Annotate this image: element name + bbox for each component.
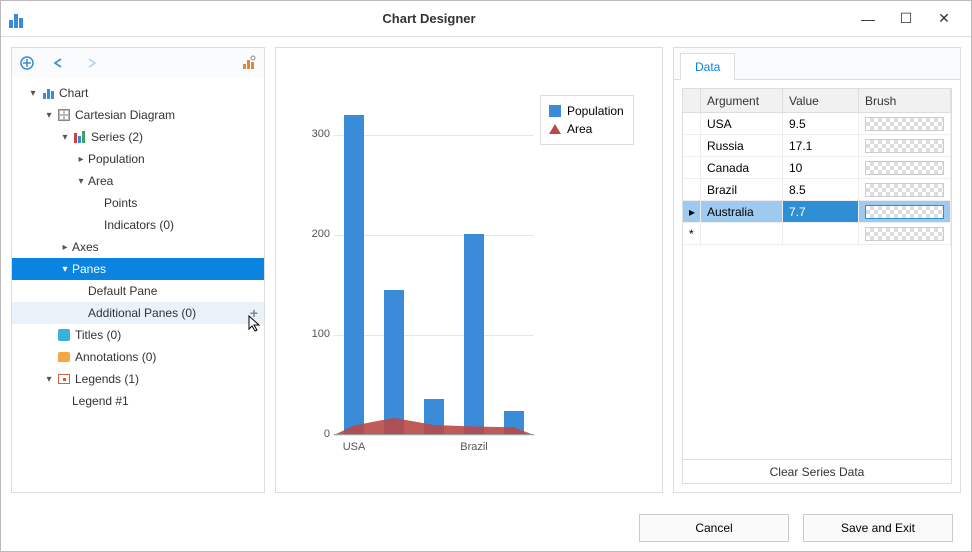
tree-panel: ▾Chart ▾Cartesian Diagram ▾Series (2) ▸P… — [11, 47, 265, 493]
tab-label: Data — [695, 60, 720, 74]
tree-node-area[interactable]: ▾Area — [12, 170, 264, 192]
grid-body: USA9.5Russia17.1Canada10Brazil8.5▸Austra… — [683, 113, 951, 459]
tree-label: Additional Panes (0) — [88, 306, 196, 320]
cell-argument[interactable]: Russia — [701, 135, 783, 156]
grid-row[interactable]: Russia17.1 — [683, 135, 951, 157]
redo-icon[interactable] — [82, 54, 100, 72]
button-label: Save and Exit — [841, 521, 915, 535]
row-indicator — [683, 113, 701, 134]
structure-tree[interactable]: ▾Chart ▾Cartesian Diagram ▾Series (2) ▸P… — [12, 78, 264, 492]
tree-node-additional-panes[interactable]: Additional Panes (0) + — [12, 302, 264, 324]
cell-value[interactable]: 9.5 — [783, 113, 859, 134]
add-pane-icon[interactable]: + — [250, 305, 258, 321]
cell-brush[interactable] — [859, 179, 951, 200]
tree-node-titles[interactable]: Titles (0) — [12, 324, 264, 346]
tree-node-population[interactable]: ▸Population — [12, 148, 264, 170]
cell-value[interactable]: 10 — [783, 157, 859, 178]
tree-toolbar — [12, 48, 264, 78]
cell-brush[interactable] — [859, 201, 951, 222]
cell-brush[interactable] — [859, 157, 951, 178]
tree-label: Panes — [72, 262, 106, 276]
row-indicator — [683, 157, 701, 178]
maximize-button[interactable]: ☐ — [887, 7, 925, 31]
tree-node-indicators[interactable]: Indicators (0) — [12, 214, 264, 236]
tree-label: Axes — [72, 240, 99, 254]
cell-value[interactable]: 17.1 — [783, 135, 859, 156]
grid-row[interactable]: USA9.5 — [683, 113, 951, 135]
grid-header: Argument Value Brush — [683, 89, 951, 113]
legend-item-area: Area — [549, 120, 625, 138]
tree-label: Population — [88, 152, 145, 166]
chart-preview: Population Area 0100200300 USABrazil — [304, 83, 634, 458]
titlebar: Chart Designer — ☐ ✕ — [1, 1, 971, 37]
footer: Cancel Save and Exit — [1, 503, 971, 551]
legend-label: Area — [567, 122, 592, 136]
clear-label: Clear Series Data — [770, 465, 865, 479]
tree-node-panes[interactable]: ▾Panes — [12, 258, 264, 280]
cancel-button[interactable]: Cancel — [639, 514, 789, 542]
tree-label: Points — [104, 196, 137, 210]
new-row-icon: * — [683, 223, 701, 244]
cell-argument[interactable]: Canada — [701, 157, 783, 178]
tab-strip: Data — [674, 48, 960, 80]
clear-series-button[interactable]: Clear Series Data — [683, 459, 951, 483]
grid-row[interactable]: Brazil8.5 — [683, 179, 951, 201]
window-title: Chart Designer — [9, 11, 849, 26]
tree-node-points[interactable]: Points — [12, 192, 264, 214]
tree-label: Chart — [59, 86, 88, 100]
plot-area: 0100200300 USABrazil — [334, 95, 534, 435]
content-area: ▾Chart ▾Cartesian Diagram ▾Series (2) ▸P… — [1, 37, 971, 503]
tree-node-axes[interactable]: ▸Axes — [12, 236, 264, 258]
tree-node-legend1[interactable]: Legend #1 — [12, 390, 264, 412]
add-icon[interactable] — [18, 54, 36, 72]
chart-options-icon[interactable] — [240, 54, 258, 72]
row-indicator — [683, 179, 701, 200]
data-grid[interactable]: Argument Value Brush USA9.5Russia17.1Can… — [682, 88, 952, 484]
tree-node-chart[interactable]: ▾Chart — [12, 82, 264, 104]
close-button[interactable]: ✕ — [925, 7, 963, 31]
save-and-exit-button[interactable]: Save and Exit — [803, 514, 953, 542]
chart-designer-window: Chart Designer — ☐ ✕ ▾Chart ▾Cartesian D… — [0, 0, 972, 552]
undo-icon[interactable] — [50, 54, 68, 72]
cell-argument[interactable]: Australia — [701, 201, 783, 222]
cell-value[interactable]: 7.7 — [783, 201, 859, 222]
tree-node-cartesian[interactable]: ▾Cartesian Diagram — [12, 104, 264, 126]
tree-label: Legend #1 — [72, 394, 129, 408]
tree-label: Default Pane — [88, 284, 157, 298]
cell-argument[interactable]: USA — [701, 113, 783, 134]
tree-label: Legends (1) — [75, 372, 139, 386]
button-label: Cancel — [695, 521, 732, 535]
tree-node-series[interactable]: ▾Series (2) — [12, 126, 264, 148]
tab-data[interactable]: Data — [680, 53, 735, 80]
cell-brush[interactable] — [859, 135, 951, 156]
tree-label: Area — [88, 174, 113, 188]
legend-label: Population — [567, 104, 624, 118]
row-indicator — [683, 135, 701, 156]
cell-value[interactable]: 8.5 — [783, 179, 859, 200]
tree-label: Annotations (0) — [75, 350, 156, 364]
cell-argument[interactable]: Brazil — [701, 179, 783, 200]
col-brush[interactable]: Brush — [859, 89, 951, 112]
tree-node-legends[interactable]: ▾Legends (1) — [12, 368, 264, 390]
grid-row[interactable]: Canada10 — [683, 157, 951, 179]
col-value[interactable]: Value — [783, 89, 859, 112]
minimize-button[interactable]: — — [849, 7, 887, 31]
grid-row[interactable]: ▸Australia7.7 — [683, 201, 951, 223]
data-panel: Data Argument Value Brush USA9.5Russia17… — [673, 47, 961, 493]
row-indicator: ▸ — [683, 201, 701, 222]
tree-label: Series (2) — [91, 130, 143, 144]
legend-item-population: Population — [549, 102, 625, 120]
tree-node-default-pane[interactable]: Default Pane — [12, 280, 264, 302]
preview-panel: Population Area 0100200300 USABrazil — [275, 47, 663, 493]
grid-new-row[interactable]: * — [683, 223, 951, 245]
tree-label: Titles (0) — [75, 328, 121, 342]
chart-legend: Population Area — [540, 95, 634, 145]
tree-label: Cartesian Diagram — [75, 108, 175, 122]
col-argument[interactable]: Argument — [701, 89, 783, 112]
cell-brush[interactable] — [859, 113, 951, 134]
tree-node-annotations[interactable]: Annotations (0) — [12, 346, 264, 368]
tree-label: Indicators (0) — [104, 218, 174, 232]
